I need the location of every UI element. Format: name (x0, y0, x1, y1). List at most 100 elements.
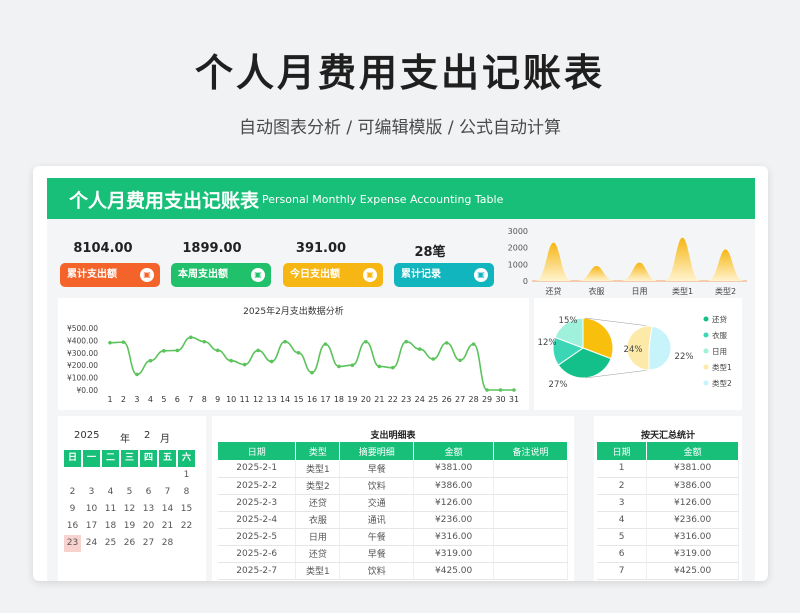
calendar-day[interactable]: 9 (64, 501, 81, 518)
table-cell[interactable]: ¥319.00 (413, 545, 495, 563)
table-cell[interactable]: 7 (597, 562, 648, 580)
table-cell[interactable]: 2025-2-3 (218, 494, 297, 512)
table-cell[interactable]: ¥386.00 (646, 477, 739, 495)
calendar-day[interactable]: 25 (102, 535, 119, 552)
table-header-cell[interactable]: 日期 (218, 442, 297, 460)
calendar-day[interactable]: 19 (121, 518, 138, 535)
table-cell[interactable]: 饮料 (339, 562, 415, 580)
table-cell[interactable] (493, 528, 568, 546)
table-cell[interactable] (493, 545, 568, 563)
table-cell[interactable]: 通讯 (339, 511, 415, 529)
table-cell[interactable]: 4 (597, 511, 648, 529)
table-header-cell[interactable]: 类型 (295, 442, 341, 460)
table-cell[interactable]: 2025-2-4 (218, 511, 297, 529)
table-row[interactable]: 2025-2-5 日用 午餐 ¥316.00 (218, 528, 568, 546)
table-cell[interactable]: 衣服 (295, 511, 341, 529)
table-cell[interactable]: 类型1 (295, 562, 341, 580)
table-cell[interactable] (493, 494, 568, 512)
calendar-day[interactable]: 28 (159, 535, 176, 552)
table-cell[interactable]: ¥316.00 (413, 528, 495, 546)
kpi-week-button[interactable]: 本周支出额 ▣ (171, 263, 271, 287)
table-row[interactable]: 2025-2-3 还贷 交通 ¥126.00 (218, 494, 568, 512)
table-header-cell[interactable]: 日期 (597, 442, 648, 460)
table-cell[interactable] (493, 562, 568, 580)
calendar-day[interactable]: 20 (140, 518, 157, 535)
calendar-day[interactable]: 27 (140, 535, 157, 552)
table-header-cell[interactable]: 摘要明细 (339, 442, 415, 460)
calendar-day[interactable]: 13 (140, 501, 157, 518)
table-cell[interactable]: 2025-2-6 (218, 545, 297, 563)
table-row[interactable]: 2025-2-7 类型1 饮料 ¥425.00 (218, 562, 568, 580)
table-cell[interactable]: ¥319.00 (646, 545, 739, 563)
calendar-day[interactable]: 10 (83, 501, 100, 518)
table-cell[interactable]: 日用 (295, 528, 341, 546)
table-cell[interactable]: 交通 (339, 494, 415, 512)
table-cell[interactable]: 饮料 (339, 477, 415, 495)
table-row[interactable]: 3 ¥126.00 (597, 494, 739, 512)
table-row[interactable]: 4 ¥236.00 (597, 511, 739, 529)
table-cell[interactable]: 6 (597, 545, 648, 563)
calendar-day[interactable]: 18 (102, 518, 119, 535)
table-cell[interactable]: ¥236.00 (413, 511, 495, 529)
table-row[interactable]: 7 ¥425.00 (597, 562, 739, 580)
calendar-day[interactable]: 15 (178, 501, 195, 518)
table-row[interactable]: 2 ¥386.00 (597, 477, 739, 495)
table-cell[interactable]: ¥425.00 (646, 562, 739, 580)
table-row[interactable]: 2025-2-4 衣服 通讯 ¥236.00 (218, 511, 568, 529)
table-cell[interactable]: 午餐 (339, 528, 415, 546)
table-cell[interactable]: ¥236.00 (646, 511, 739, 529)
table-header-cell[interactable]: 金额 (646, 442, 739, 460)
table-row[interactable]: 6 ¥319.00 (597, 545, 739, 563)
table-row[interactable]: 2025-2-6 还贷 早餐 ¥319.00 (218, 545, 568, 563)
table-cell[interactable]: ¥381.00 (413, 460, 495, 478)
table-cell[interactable]: ¥386.00 (413, 477, 495, 495)
calendar-day[interactable]: 22 (178, 518, 195, 535)
table-cell[interactable]: 类型1 (295, 460, 341, 478)
calendar-day[interactable]: 7 (159, 484, 176, 501)
table-cell[interactable]: ¥425.00 (413, 562, 495, 580)
table-cell[interactable] (493, 477, 568, 495)
table-cell[interactable] (493, 511, 568, 529)
calendar-day[interactable]: 23 (64, 535, 81, 552)
calendar-month[interactable]: 2 (144, 430, 150, 441)
table-cell[interactable]: 类型2 (295, 477, 341, 495)
table-cell[interactable]: 5 (597, 528, 648, 546)
calendar-day[interactable]: 1 (178, 467, 195, 484)
table-cell[interactable]: 3 (597, 494, 648, 512)
calendar-day[interactable]: 11 (102, 501, 119, 518)
table-cell[interactable]: ¥126.00 (646, 494, 739, 512)
table-cell[interactable] (493, 460, 568, 478)
table-cell[interactable]: ¥126.00 (413, 494, 495, 512)
kpi-records-button[interactable]: 累计记录 ▣ (394, 263, 494, 287)
calendar-day[interactable]: 4 (102, 484, 119, 501)
table-cell[interactable]: 2025-2-1 (218, 460, 297, 478)
calendar-day[interactable]: 8 (178, 484, 195, 501)
calendar-day[interactable]: 17 (83, 518, 100, 535)
table-cell[interactable]: ¥381.00 (646, 460, 739, 478)
table-cell[interactable]: 1 (597, 460, 648, 478)
calendar-day[interactable]: 24 (83, 535, 100, 552)
table-row[interactable]: 2025-2-1 类型1 早餐 ¥381.00 (218, 460, 568, 478)
kpi-total-button[interactable]: 累计支出额 ▣ (60, 263, 160, 287)
table-row[interactable]: 2025-2-2 类型2 饮料 ¥386.00 (218, 477, 568, 495)
table-cell[interactable]: 早餐 (339, 545, 415, 563)
calendar-day[interactable]: 5 (121, 484, 138, 501)
calendar-day[interactable]: 16 (64, 518, 81, 535)
table-row[interactable]: 1 ¥381.00 (597, 460, 739, 478)
calendar-day[interactable]: 3 (83, 484, 100, 501)
calendar-day[interactable]: 14 (159, 501, 176, 518)
table-cell[interactable]: 2025-2-5 (218, 528, 297, 546)
kpi-today-button[interactable]: 今日支出额 ▣ (283, 263, 383, 287)
table-row[interactable]: 5 ¥316.00 (597, 528, 739, 546)
table-cell[interactable]: 还贷 (295, 545, 341, 563)
calendar-day[interactable]: 26 (121, 535, 138, 552)
calendar-day[interactable]: 21 (159, 518, 176, 535)
table-cell[interactable]: 2 (597, 477, 648, 495)
table-cell[interactable]: 2025-2-7 (218, 562, 297, 580)
table-cell[interactable]: ¥316.00 (646, 528, 739, 546)
table-cell[interactable]: 2025-2-2 (218, 477, 297, 495)
calendar-day[interactable]: 12 (121, 501, 138, 518)
table-header-cell[interactable]: 备注说明 (493, 442, 568, 460)
table-cell[interactable]: 早餐 (339, 460, 415, 478)
table-header-cell[interactable]: 金额 (413, 442, 495, 460)
